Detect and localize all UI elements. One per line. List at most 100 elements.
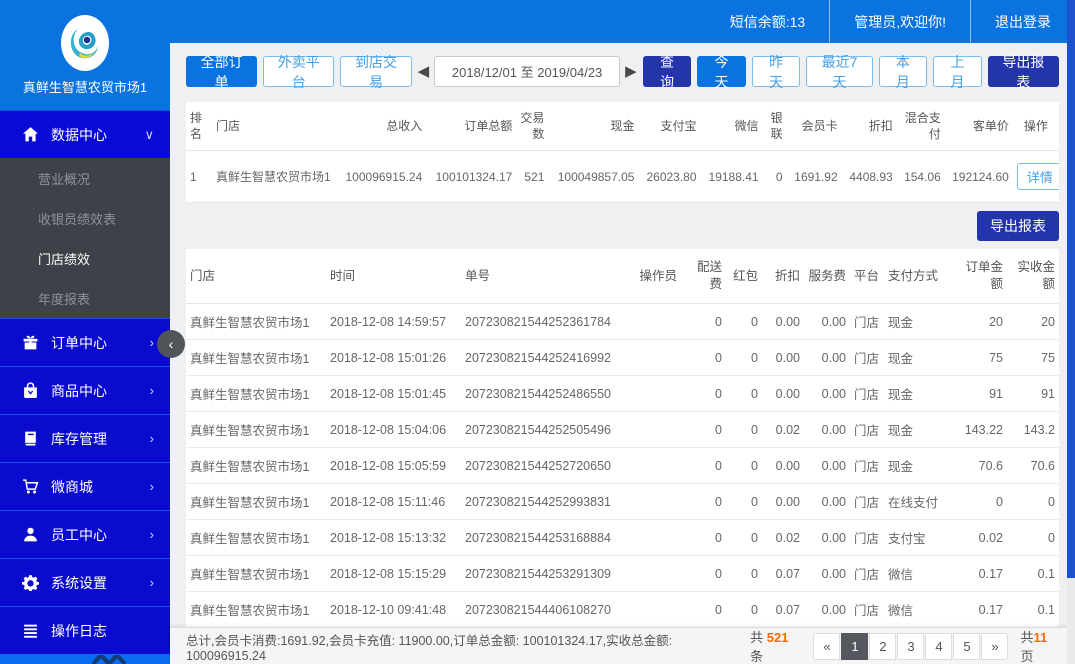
cell-order-amount: 91 (952, 375, 1007, 413)
cell-store: 真鲜生智慧农贸市场1 (186, 447, 326, 485)
logout-button[interactable]: 退出登录 (970, 0, 1075, 43)
sidebar-collapse-button[interactable]: ‹ (157, 330, 185, 358)
cell-operator (633, 555, 681, 593)
page-button-2[interactable]: 2 (869, 632, 897, 660)
cell-service-fee: 0.00 (804, 447, 850, 485)
page-next-button[interactable]: » (981, 632, 1009, 660)
search-button[interactable]: 查询 (642, 54, 692, 90)
order-detail-table: 门店 时间 单号 操作员 配送费 红包 折扣 服务费 平台 支付方式 订单金额 … (186, 249, 1059, 664)
cell-operator (633, 519, 681, 557)
date-prev-icon[interactable]: ◀ (418, 64, 430, 79)
col-operator: 操作员 (633, 249, 681, 305)
cell-discount: 0.00 (762, 303, 804, 341)
scrollbar-thumb[interactable] (1067, 0, 1075, 578)
cell-avg-price: 192124.60 (944, 150, 1013, 204)
table-row: 真鲜生智慧农贸市场1 2018-12-08 15:11:46 207230821… (186, 483, 1059, 521)
sidebar-item-inventory[interactable]: 库存管理 › (0, 414, 170, 462)
cell-received-amount: 143.2 (1007, 411, 1059, 449)
quick-range-last7days[interactable]: 最近7天 (806, 54, 873, 90)
chevron-right-icon: › (149, 383, 154, 398)
cell-red-packet: 0 (726, 339, 762, 377)
page-prev-button[interactable]: « (813, 632, 841, 660)
export-report-button-detail[interactable]: 导出报表 (977, 211, 1059, 242)
col-pay-method: 支付方式 (884, 249, 952, 305)
sidebar-main-menu: 订单中心 › 商品中心 › 库存管理 › 微商城 › 员工中心 › 系统设置 ›… (0, 318, 170, 654)
gift-icon (23, 335, 38, 350)
cell-pay-method: 现金 (884, 303, 952, 341)
page-button-1[interactable]: 1 (841, 632, 869, 660)
bag-icon (24, 382, 37, 398)
sidebar-item-annual-report[interactable]: 年度报表 (0, 278, 170, 318)
cell-order-amount: 0.17 (952, 591, 1007, 629)
sidebar-item-business-overview[interactable]: 营业概况 (0, 158, 170, 198)
welcome-user[interactable]: 管理员,欢迎你! (829, 0, 970, 43)
summary-header-row: 排名 门店 总收入 订单总额 交易数 现金 支付宝 微信 银联 会员卡 折扣 混… (186, 102, 1059, 152)
sidebar-item-label: 商品中心 (51, 382, 107, 399)
cell-operator (633, 303, 681, 341)
gear-icon (22, 575, 39, 591)
col-total-income: 总收入 (336, 102, 427, 152)
date-next-icon[interactable]: ▶ (625, 64, 637, 79)
sms-balance[interactable]: 短信余额:13 (706, 0, 829, 43)
tab-takeout-platform[interactable]: 外卖平台 (263, 54, 335, 90)
totals-text: 总计,会员卡消费:1691.92,会员卡充值: 11900.00,订单总金额: … (186, 633, 673, 663)
cell-store: 真鲜生智慧农贸市场1 (186, 339, 326, 377)
page-button-3[interactable]: 3 (897, 632, 925, 660)
sidebar-item-data-center[interactable]: 数据中心 ∨ (0, 110, 170, 158)
export-report-button-top[interactable]: 导出报表 (987, 54, 1059, 90)
detail-button[interactable]: 详情 (1016, 163, 1059, 191)
quick-range-today[interactable]: 今天 (697, 54, 746, 90)
cell-store: 真鲜生智慧农贸市场1 (186, 591, 326, 629)
cell-service-fee: 0.00 (804, 339, 850, 377)
col-wechat: 微信 (700, 102, 763, 152)
home-icon (23, 127, 38, 142)
cell-platform: 门店 (850, 411, 884, 449)
cell-order-no: 207230821544252993831 (461, 483, 633, 521)
tab-instore-trade[interactable]: 到店交易 (340, 54, 412, 90)
cell-pay-method: 支付宝 (884, 519, 952, 557)
cell-delivery-fee: 0 (681, 375, 726, 413)
date-range-input[interactable] (434, 56, 621, 87)
cell-mixed-pay: 154.06 (896, 150, 945, 204)
sidebar-item-system-settings[interactable]: 系统设置 › (0, 558, 170, 606)
cell-operator (633, 339, 681, 377)
cell-store: 真鲜生智慧农贸市场1 (186, 303, 326, 341)
cell-discount: 0.00 (762, 447, 804, 485)
cell-time: 2018-12-08 15:13:32 (326, 519, 461, 557)
tab-all-orders[interactable]: 全部订单 (186, 54, 258, 90)
sidebar-item-cashier-performance[interactable]: 收银员绩效表 (0, 198, 170, 238)
sidebar-store-name: 真鲜生智慧农贸市场1 (22, 79, 148, 95)
sidebar-item-label: 员工中心 (51, 526, 107, 543)
quick-range-this-month[interactable]: 本月 (878, 54, 928, 90)
quick-range-last-month[interactable]: 上月 (933, 54, 982, 90)
date-range-group: ◀ ▶ (418, 56, 637, 87)
cell-red-packet: 0 (726, 303, 762, 341)
page-button-5[interactable]: 5 (953, 632, 981, 660)
cell-order-no: 207230821544252416992 (461, 339, 633, 377)
cell-time: 2018-12-08 15:05:59 (326, 447, 461, 485)
sidebar-item-staff-center[interactable]: 员工中心 › (0, 510, 170, 558)
sidebar-item-store-performance[interactable]: 门店绩效 (0, 238, 170, 278)
sidebar-item-order-center[interactable]: 订单中心 › (0, 318, 170, 366)
sidebar-item-product-center[interactable]: 商品中心 › (0, 366, 170, 414)
col-time: 时间 (326, 249, 461, 305)
cell-platform: 门店 (850, 591, 884, 629)
sidebar-item-operation-log[interactable]: 操作日志 (0, 606, 170, 654)
page-button-4[interactable]: 4 (925, 632, 953, 660)
cell-order-no: 207230821544252505496 (461, 411, 633, 449)
cell-operator (633, 483, 681, 521)
cell-time: 2018-12-08 15:01:45 (326, 375, 461, 413)
cell-order-amount: 0.17 (952, 555, 1007, 593)
col-order-total: 订单总额 (426, 102, 517, 152)
chevron-right-icon: › (149, 431, 154, 446)
chevron-right-icon: › (149, 527, 154, 542)
quick-range-yesterday[interactable]: 昨天 (751, 54, 801, 90)
cell-service-fee: 0.00 (804, 555, 850, 593)
cell-platform: 门店 (850, 447, 884, 485)
cell-discount: 0.02 (762, 519, 804, 557)
sidebar-item-micro-mall[interactable]: 微商城 › (0, 462, 170, 510)
cell-pay-method: 在线支付 (884, 483, 952, 521)
store-ranking-table: 排名 门店 总收入 订单总额 交易数 现金 支付宝 微信 银联 会员卡 折扣 混… (186, 102, 1059, 204)
cell-delivery-fee: 0 (681, 555, 726, 593)
cell-store: 真鲜生智慧农贸市场1 (186, 519, 326, 557)
